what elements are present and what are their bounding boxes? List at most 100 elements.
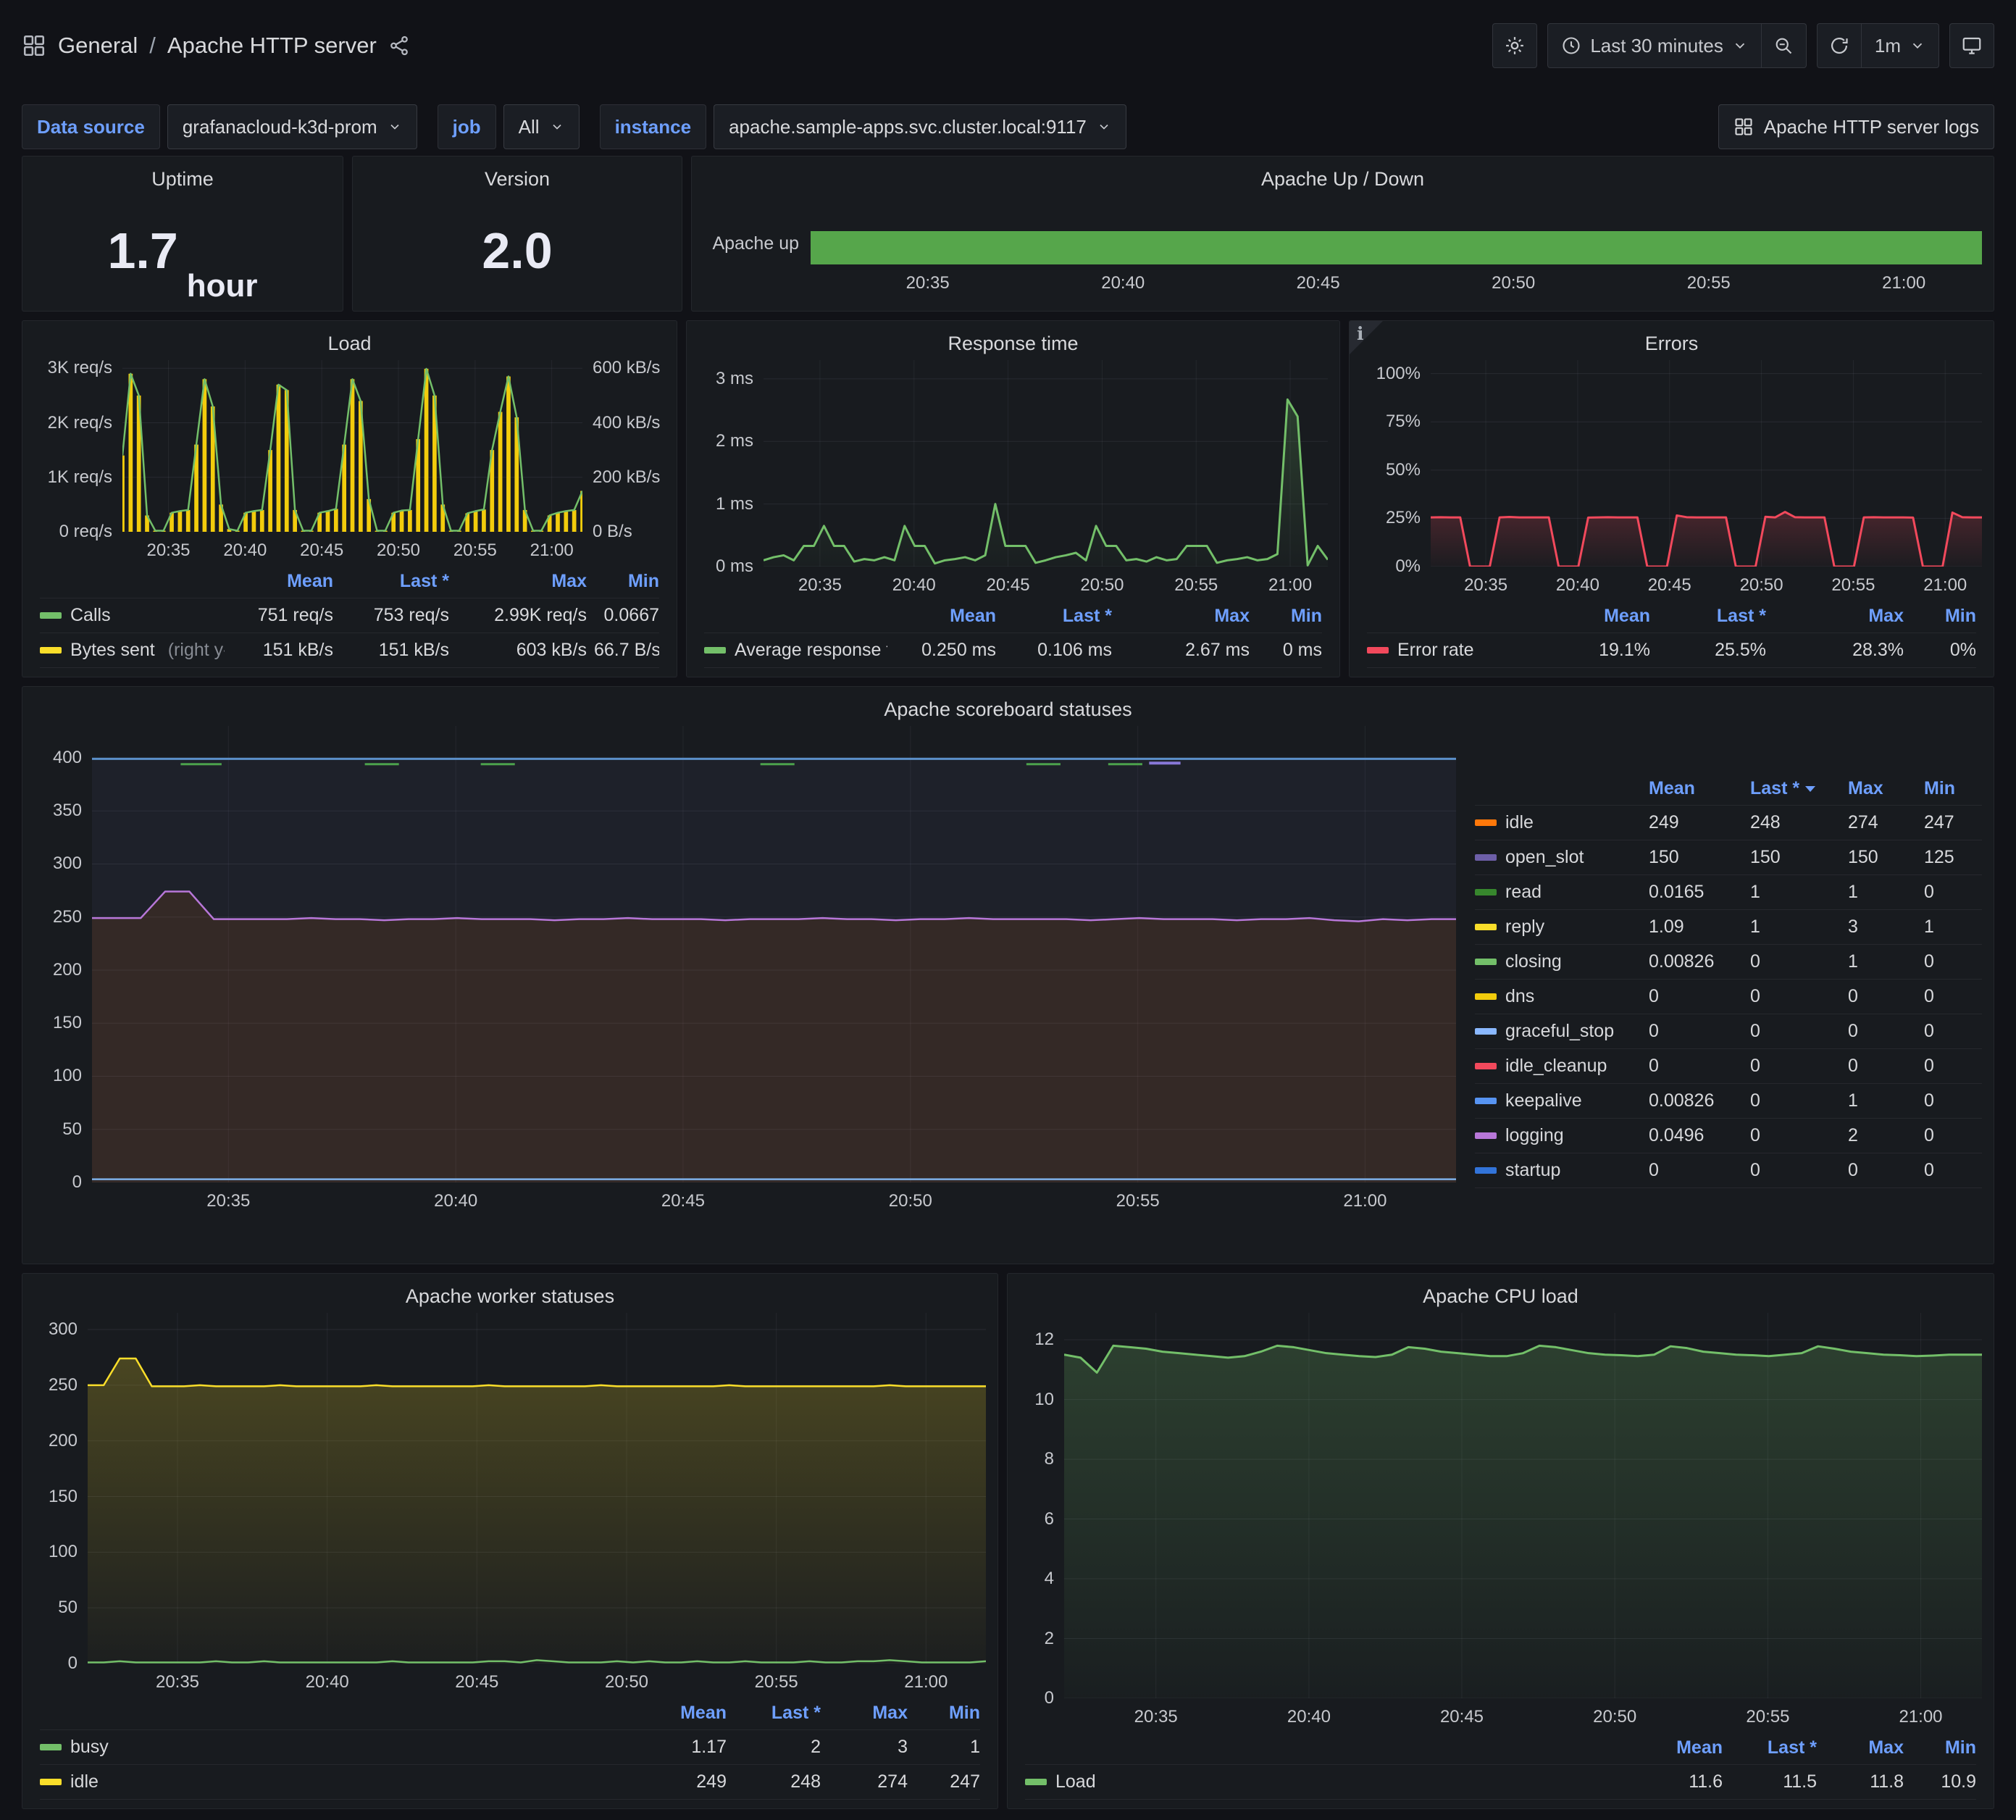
- series-toggle[interactable]: logging: [1475, 1125, 1641, 1146]
- plot-area[interactable]: [88, 1313, 986, 1664]
- y-tick-label: 100: [49, 1542, 78, 1562]
- plot-area[interactable]: [92, 726, 1456, 1182]
- legend-col-min[interactable]: Min: [908, 1703, 980, 1724]
- series-toggle[interactable]: Load: [1025, 1771, 1632, 1792]
- series-toggle[interactable]: open_slot: [1475, 847, 1641, 868]
- panel-title[interactable]: Version: [364, 162, 670, 196]
- series-toggle[interactable]: idle_cleanup: [1475, 1056, 1641, 1077]
- series-toggle[interactable]: Error rate: [1367, 640, 1542, 661]
- series-toggle[interactable]: busy: [40, 1737, 636, 1758]
- y-tick-label: 2: [1045, 1629, 1054, 1649]
- legend-col-min[interactable]: Min: [1250, 606, 1322, 627]
- scoreboard-chart[interactable]: 05010015020025030035040020:3520:4020:452…: [34, 726, 1456, 1216]
- legend-value: 0: [1917, 1160, 1982, 1181]
- series-toggle[interactable]: read: [1475, 882, 1641, 903]
- apache-logs-link-button[interactable]: Apache HTTP server logs: [1718, 104, 1994, 149]
- panel-title[interactable]: Apache worker statuses: [34, 1280, 986, 1313]
- series-toggle[interactable]: dns: [1475, 986, 1641, 1007]
- x-tick-label: 20:50: [377, 540, 420, 561]
- plot-area[interactable]: [1431, 360, 1982, 567]
- legend-col-max[interactable]: Max: [449, 571, 587, 592]
- legend-col-last[interactable]: Last *: [1650, 606, 1766, 627]
- cpu-load-chart[interactable]: 02468101220:3520:4020:4520:5020:5521:00: [1019, 1313, 1982, 1732]
- panel-title[interactable]: Load: [34, 327, 665, 360]
- cpu-legend: MeanLast *MaxMinLoad11.611.511.810.9: [1019, 1732, 1982, 1803]
- series-toggle[interactable]: idle: [1475, 812, 1641, 833]
- breadcrumb-separator: /: [149, 33, 156, 59]
- dashboard-controls: Last 30 minutes 1: [1492, 23, 1994, 68]
- panel-title[interactable]: Apache scoreboard statuses: [34, 693, 1982, 726]
- legend-col-mean[interactable]: Mean: [1542, 606, 1650, 627]
- series-toggle[interactable]: graceful_stop: [1475, 1021, 1641, 1042]
- legend-col-min[interactable]: Min: [587, 571, 659, 592]
- legend-row: dns0000: [1475, 980, 1982, 1014]
- breadcrumb-page-title[interactable]: Apache HTTP server: [167, 33, 377, 59]
- legend-col-label: Mean: [1604, 606, 1650, 627]
- tv-mode-button[interactable]: [1949, 23, 1994, 68]
- load-chart[interactable]: 0 req/s1K req/s2K req/s3K req/s0 B/s200 …: [34, 360, 665, 565]
- series-toggle[interactable]: Average response time: [704, 640, 887, 661]
- panel-title[interactable]: Apache CPU load: [1019, 1280, 1982, 1313]
- series-name: startup: [1505, 1160, 1560, 1181]
- series-color-chip: [40, 612, 62, 619]
- response-time-chart[interactable]: 0 ms1 ms2 ms3 ms20:3520:4020:4520:5020:5…: [698, 360, 1328, 600]
- legend-col-mean[interactable]: Mean: [887, 606, 996, 627]
- refresh-interval-picker[interactable]: 1m: [1862, 23, 1939, 68]
- series-toggle[interactable]: keepalive: [1475, 1090, 1641, 1111]
- series-name: open_slot: [1505, 847, 1584, 868]
- panel-title[interactable]: Errors: [1361, 327, 1982, 360]
- info-icon[interactable]: i: [1357, 323, 1364, 344]
- legend-col-last[interactable]: Last *: [1743, 778, 1841, 799]
- series-name: closing: [1505, 951, 1562, 972]
- instance-select[interactable]: apache.sample-apps.svc.cluster.local:911…: [714, 104, 1126, 149]
- legend-col-last[interactable]: Last *: [727, 1703, 821, 1724]
- legend-col-min[interactable]: Min: [1917, 778, 1982, 799]
- legend-col-last[interactable]: Last *: [1723, 1737, 1817, 1758]
- legend-row: reply1.09131: [1475, 910, 1982, 945]
- legend-col-max[interactable]: Max: [1766, 606, 1904, 627]
- series-toggle[interactable]: startup: [1475, 1160, 1641, 1181]
- worker-statuses-chart[interactable]: 05010015020025030020:3520:4020:4520:5020…: [34, 1313, 986, 1697]
- series-toggle[interactable]: Bytes sent(right y-axis): [40, 640, 225, 661]
- legend-col-max[interactable]: Max: [1112, 606, 1250, 627]
- job-select[interactable]: All: [503, 104, 580, 149]
- share-icon[interactable]: [388, 35, 410, 57]
- datasource-select[interactable]: grafanacloud-k3d-prom: [167, 104, 417, 149]
- series-toggle[interactable]: idle: [40, 1771, 636, 1792]
- zoom-out-button[interactable]: [1762, 23, 1807, 68]
- legend-col-last[interactable]: Last *: [333, 571, 449, 592]
- legend-col-min[interactable]: Min: [1904, 1737, 1976, 1758]
- errors-chart[interactable]: 0%25%50%75%100%20:3520:4020:4520:5020:55…: [1361, 360, 1982, 600]
- panel-title[interactable]: Apache Up / Down: [703, 162, 1982, 196]
- legend-col-max[interactable]: Max: [1841, 778, 1917, 799]
- legend-col-mean[interactable]: Mean: [1641, 778, 1743, 799]
- refresh-button[interactable]: [1817, 23, 1862, 68]
- series-toggle[interactable]: closing: [1475, 951, 1641, 972]
- legend-row: Bytes sent(right y-axis)151 kB/s151 kB/s…: [40, 633, 659, 668]
- series-name: idle: [70, 1771, 99, 1792]
- panel-title[interactable]: Response time: [698, 327, 1328, 360]
- series-toggle[interactable]: Calls: [40, 605, 225, 626]
- apache-up-timeline[interactable]: 20:3520:4020:4520:5020:5521:00: [811, 196, 1982, 305]
- series-color-chip: [1475, 854, 1497, 861]
- legend-col-mean[interactable]: Mean: [636, 1703, 727, 1724]
- time-range-picker[interactable]: Last 30 minutes: [1547, 23, 1762, 68]
- plot-area[interactable]: [1064, 1313, 1982, 1698]
- y-tick-label: 0%: [1395, 556, 1421, 577]
- series-toggle[interactable]: reply: [1475, 917, 1641, 938]
- legend-col-max[interactable]: Max: [821, 1703, 908, 1724]
- plot-area[interactable]: [764, 360, 1328, 567]
- legend-value: 150: [1743, 847, 1841, 868]
- legend-col-mean[interactable]: Mean: [225, 571, 333, 592]
- legend-col-last[interactable]: Last *: [996, 606, 1112, 627]
- x-tick-label: 21:00: [1268, 575, 1312, 596]
- legend-col-mean[interactable]: Mean: [1632, 1737, 1723, 1758]
- panel-title[interactable]: Uptime: [34, 162, 331, 196]
- plot-area[interactable]: [122, 360, 582, 532]
- legend-value: 274: [1841, 812, 1917, 833]
- y-tick-label: 200: [53, 960, 82, 980]
- breadcrumb-folder[interactable]: General: [58, 33, 138, 59]
- legend-col-max[interactable]: Max: [1817, 1737, 1904, 1758]
- legend-col-min[interactable]: Min: [1904, 606, 1976, 627]
- settings-button[interactable]: [1492, 23, 1537, 68]
